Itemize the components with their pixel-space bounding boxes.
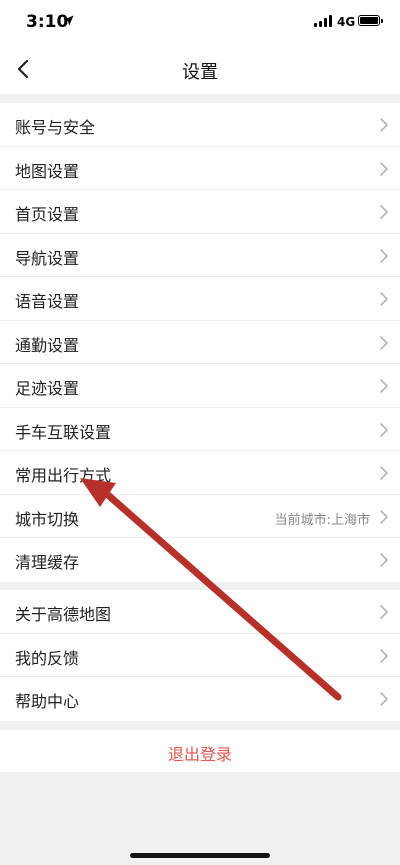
settings-item-label: 我的反馈 — [15, 648, 80, 668]
location-arrow-icon — [63, 15, 74, 26]
home-indicator — [130, 853, 270, 858]
network-type: 4G — [337, 15, 356, 29]
chevron-right-icon — [380, 692, 388, 706]
chevron-right-icon — [380, 335, 388, 350]
chevron-right-icon — [380, 161, 388, 176]
chevron-right-icon — [380, 466, 388, 480]
settings-item-label: 语音设置 — [15, 292, 80, 311]
chevron-right-icon — [380, 509, 388, 524]
chevron-right-icon — [380, 205, 388, 219]
logout-button[interactable]: 退出登录 — [0, 730, 400, 772]
settings-item-travel-mode[interactable]: 常用出行方式 — [0, 451, 400, 495]
logout-label: 退出登录 — [167, 745, 232, 764]
chevron-right-icon — [380, 292, 388, 306]
chevron-right-icon — [380, 605, 388, 619]
settings-item-label: 通勤设置 — [15, 335, 80, 355]
chevron-right-icon — [380, 379, 388, 393]
page-title: 设置 — [182, 62, 218, 83]
settings-item-city-switch[interactable]: 城市切换 当前城市:上海市 — [0, 495, 400, 538]
settings-item-voice[interactable]: 语音设置 — [0, 277, 400, 321]
settings-item-label: 城市切换 — [15, 509, 80, 529]
settings-item-label: 帮助中心 — [15, 692, 80, 711]
settings-item-label: 地图设置 — [15, 161, 80, 181]
settings-item-label: 账号与安全 — [15, 118, 96, 137]
settings-item-label: 常用出行方式 — [15, 466, 112, 485]
settings-item-clear-cache[interactable]: 清理缓存 — [0, 538, 400, 582]
settings-item-account-security[interactable]: 账号与安全 — [0, 103, 400, 147]
nav-bar: 设置 — [0, 44, 400, 94]
battery-icon — [358, 15, 383, 26]
settings-item-label: 清理缓存 — [15, 553, 80, 572]
chevron-right-icon — [380, 422, 388, 437]
status-time: 3:10 — [26, 12, 69, 32]
current-city-value: 当前城市:上海市 — [274, 512, 370, 528]
settings-item-label: 足迹设置 — [15, 379, 80, 398]
settings-item-label: 关于高德地图 — [15, 605, 112, 624]
settings-item-label: 手车互联设置 — [15, 422, 112, 442]
settings-item-help-center[interactable]: 帮助中心 — [0, 677, 400, 721]
settings-item-navigation[interactable]: 导航设置 — [0, 234, 400, 277]
settings-item-feedback[interactable]: 我的反馈 — [0, 634, 400, 677]
settings-item-label: 首页设置 — [15, 205, 80, 224]
chevron-right-icon — [380, 553, 388, 567]
settings-group-main: 账号与安全 地图设置 首页设置 导航设置 语音设置 通勤设置 足迹设置 手车互联… — [0, 103, 400, 582]
settings-item-map[interactable]: 地图设置 — [0, 147, 400, 190]
settings-item-about[interactable]: 关于高德地图 — [0, 590, 400, 634]
settings-item-label: 导航设置 — [15, 248, 80, 268]
chevron-right-icon — [380, 118, 388, 132]
settings-item-footprint[interactable]: 足迹设置 — [0, 364, 400, 408]
signal-icon — [314, 15, 332, 27]
status-bar: 3:10 4G — [0, 0, 400, 44]
chevron-right-icon — [380, 248, 388, 263]
settings-item-home[interactable]: 首页设置 — [0, 190, 400, 234]
settings-group-about: 关于高德地图 我的反馈 帮助中心 — [0, 590, 400, 721]
settings-item-commute[interactable]: 通勤设置 — [0, 321, 400, 364]
chevron-right-icon — [380, 648, 388, 663]
settings-item-phone-car-link[interactable]: 手车互联设置 — [0, 408, 400, 451]
